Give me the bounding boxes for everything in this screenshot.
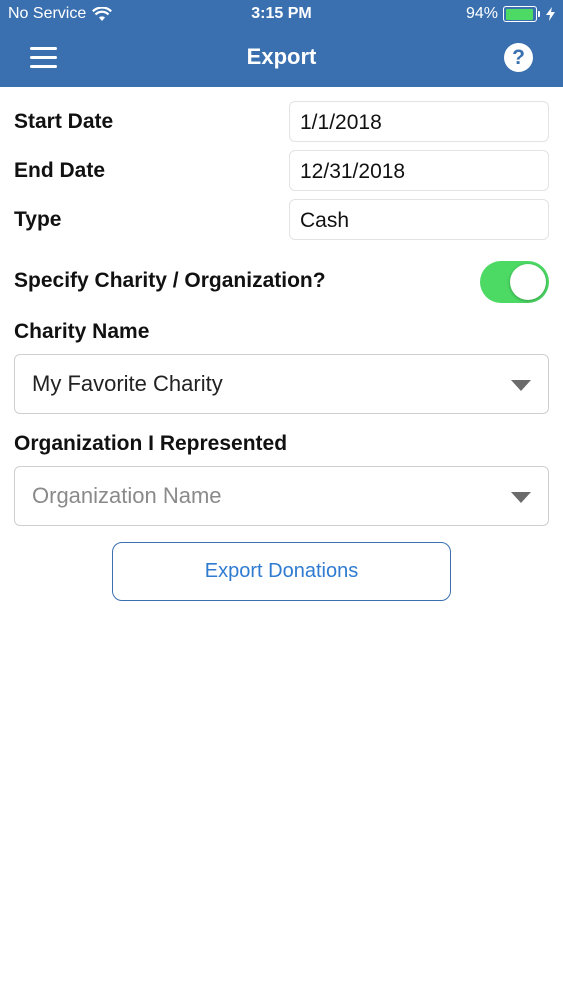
status-bar: No Service 3:15 PM 94% xyxy=(0,0,563,30)
charity-name-value: My Favorite Charity xyxy=(32,371,223,396)
page-title: Export xyxy=(246,44,317,69)
nav-bar: Export ? xyxy=(0,30,563,87)
specify-charity-row: Specify Charity / Organization? xyxy=(14,260,549,304)
caret-down-icon xyxy=(511,492,531,503)
organization-label: Organization I Represented xyxy=(14,432,288,455)
toggle-knob xyxy=(510,264,546,300)
type-row: Type Cash xyxy=(14,199,549,240)
end-date-row: End Date 12/31/2018 xyxy=(14,150,549,191)
specify-charity-label: Specify Charity / Organization? xyxy=(14,269,326,292)
start-date-label: Start Date xyxy=(14,110,114,133)
start-date-field[interactable]: 1/1/2018 xyxy=(289,101,549,142)
charity-name-select[interactable]: My Favorite Charity xyxy=(14,354,549,414)
organization-placeholder: Organization Name xyxy=(32,483,222,508)
status-right: 94% xyxy=(466,5,555,23)
battery-fill xyxy=(505,8,533,20)
charging-bolt-icon xyxy=(546,7,555,21)
end-date-field[interactable]: 12/31/2018 xyxy=(289,150,549,191)
end-date-label: End Date xyxy=(14,159,106,182)
specify-charity-toggle[interactable] xyxy=(480,261,549,303)
question-circle-icon[interactable]: ? xyxy=(504,43,533,72)
type-label: Type xyxy=(14,208,62,231)
export-donations-button[interactable]: Export Donations xyxy=(112,542,451,601)
battery-icon xyxy=(503,6,540,22)
organization-select[interactable]: Organization Name xyxy=(14,466,549,526)
battery-percent: 94% xyxy=(465,5,498,22)
start-date-row: Start Date 1/1/2018 xyxy=(14,101,549,142)
type-field[interactable]: Cash xyxy=(289,199,549,240)
caret-down-icon xyxy=(511,380,531,391)
charity-name-label: Charity Name xyxy=(14,320,150,343)
